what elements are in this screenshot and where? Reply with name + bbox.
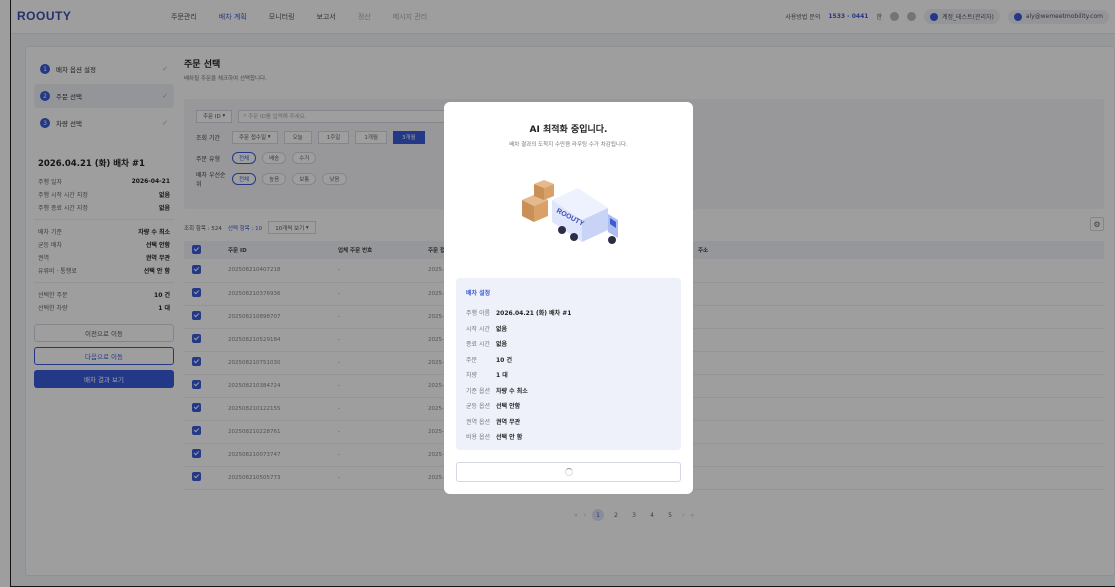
setting-key: 주행 이름 xyxy=(466,310,490,318)
optimizing-modal: AI 최적화 중입니다. 배차 결과의 도착지 수만큼 라우팅 수가 차감됩니다… xyxy=(444,102,693,494)
setting-value: 권역 무관 xyxy=(496,418,521,426)
truck-icon: ROOUTY xyxy=(522,180,618,244)
setting-value: 선택 안 함 xyxy=(496,434,523,442)
setting-row: 종료 시간 없음 xyxy=(466,336,671,352)
setting-value: 차량 수 최소 xyxy=(496,387,528,395)
setting-row: 주문 10 건 xyxy=(466,352,671,368)
setting-value: 없음 xyxy=(496,325,508,333)
setting-key: 비용 옵션 xyxy=(466,434,490,442)
setting-row: 균등 옵션 선택 안함 xyxy=(466,398,671,414)
setting-value: 선택 안함 xyxy=(496,403,521,411)
setting-value: 1 대 xyxy=(496,372,508,380)
setting-key: 주문 xyxy=(466,356,478,364)
loading-box xyxy=(456,462,681,482)
setting-row: 권역 옵션 권역 무관 xyxy=(466,414,671,430)
setting-row: 차량 1 대 xyxy=(466,367,671,383)
setting-row: 시작 시간 없음 xyxy=(466,321,671,337)
setting-row: 비용 옵션 선택 안 함 xyxy=(466,429,671,445)
setting-key: 균등 옵션 xyxy=(466,403,490,411)
setting-key: 권역 옵션 xyxy=(466,418,490,426)
loading-spinner-icon xyxy=(564,468,573,476)
setting-value: 10 건 xyxy=(496,356,512,364)
setting-key: 시작 시간 xyxy=(466,325,490,333)
setting-row: 주행 이름 2026.04.21 (화) 배차 #1 xyxy=(466,305,671,321)
card-title: 배차 설정 xyxy=(466,290,491,297)
setting-value: 없음 xyxy=(496,341,508,349)
dispatch-settings-card: 배차 설정 주행 이름 2026.04.21 (화) 배차 #1 시작 시간 없음 종료… xyxy=(456,278,681,450)
modal-description: 배차 결과의 도착지 수만큼 라우팅 수가 차감됩니다. xyxy=(509,142,628,148)
setting-key: 종료 시간 xyxy=(466,341,490,349)
setting-row: 기준 옵션 차량 수 최소 xyxy=(466,383,671,399)
setting-value: 2026.04.21 (화) 배차 #1 xyxy=(496,310,572,318)
setting-key: 기준 옵션 xyxy=(466,387,490,395)
modal-title: AI 최적화 중입니다. xyxy=(529,125,608,135)
setting-key: 차량 xyxy=(466,372,478,380)
